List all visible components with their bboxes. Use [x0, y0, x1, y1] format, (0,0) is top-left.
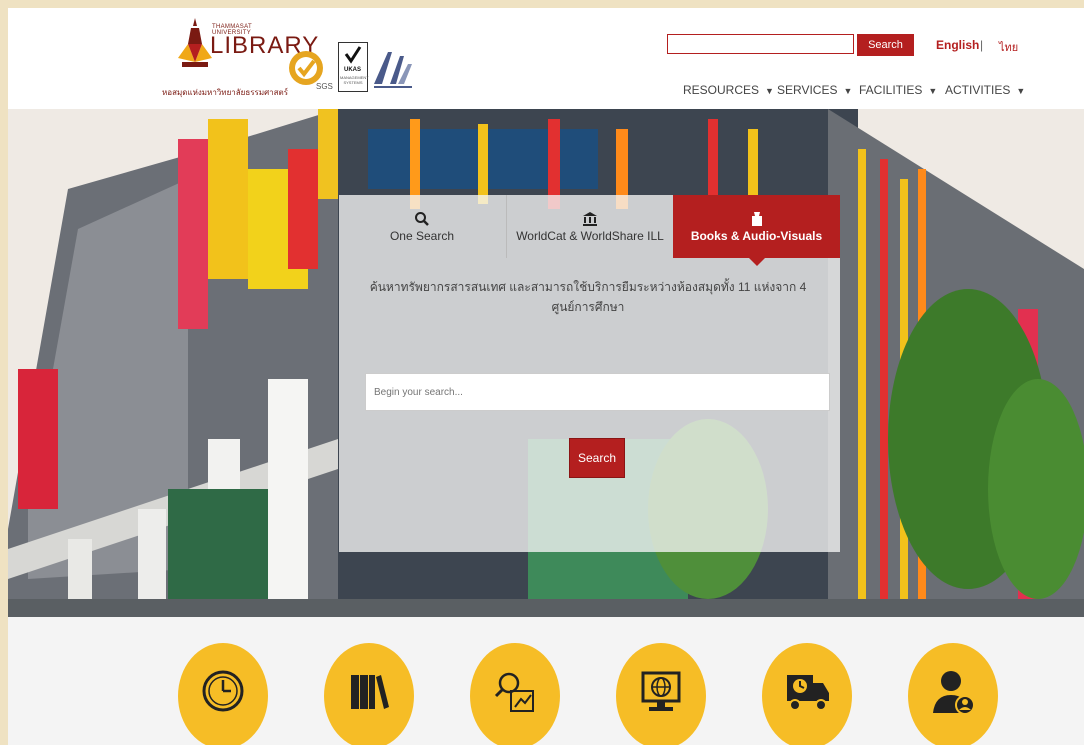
tisi-certification-badge: [370, 46, 414, 92]
catalog-search-input[interactable]: [365, 373, 830, 411]
tab-books-audio-visuals[interactable]: Books & Audio-Visuals: [673, 195, 840, 266]
chevron-down-icon: ▼: [928, 86, 938, 96]
sgs-label: SGS: [316, 82, 333, 91]
institution-icon: [507, 211, 673, 227]
chevron-down-icon: ▼: [1016, 86, 1026, 96]
user-account-icon: [933, 671, 975, 715]
ukas-certification-badge: UKAS MANAGEMENT SYSTEMS: [338, 42, 369, 92]
hero-banner: One Search WorldCat & WorldShare ILL Boo…: [8, 109, 1084, 617]
ukas-sub-label: MANAGEMENT SYSTEMS: [340, 75, 369, 85]
logo-thai-text: หอสมุดแห่งมหาวิทยาลัยธรรมศาสตร์: [162, 88, 289, 97]
chevron-down-icon: ▼: [765, 86, 774, 96]
language-thai-link[interactable]: ไทย: [999, 38, 1018, 56]
tab-worldcat[interactable]: WorldCat & WorldShare ILL: [506, 195, 673, 258]
quick-link-research[interactable]: [470, 643, 560, 745]
sgs-certification-badge: SGS: [288, 48, 333, 92]
nav-services-label: SERVICES: [777, 83, 838, 97]
search-description: ค้นหาทรัพยากรสารสนเทศ และสามารถใช้บริการ…: [369, 280, 807, 314]
language-separator: |: [980, 38, 984, 52]
catalog-search-button[interactable]: Search: [569, 438, 625, 478]
nav-activities[interactable]: ACTIVITIES ▼: [945, 83, 1025, 97]
page: THAMMASAT UNIVERSITY LIBRARY หอสมุดแห่งม…: [8, 8, 1084, 745]
clock-icon: [202, 670, 244, 712]
ukas-check-icon: [344, 46, 362, 64]
nav-resources[interactable]: RESOURCES ▼: [683, 83, 774, 97]
quick-link-my-account[interactable]: [908, 643, 998, 745]
header-search-input[interactable]: [667, 34, 854, 54]
e-resources-icon: [641, 671, 681, 711]
books-icon: [351, 675, 389, 709]
nav-services[interactable]: SERVICES ▼: [777, 83, 852, 97]
language-english-link[interactable]: English: [936, 38, 979, 52]
quick-link-delivery[interactable]: [762, 643, 852, 745]
site-header: THAMMASAT UNIVERSITY LIBRARY หอสมุดแห่งม…: [8, 8, 1084, 109]
nav-activities-label: ACTIVITIES: [945, 83, 1011, 97]
quick-links: [8, 617, 1084, 745]
nav-facilities-label: FACILITIES: [859, 83, 923, 97]
nav-resources-label: RESOURCES: [683, 83, 760, 97]
header-search-button[interactable]: Search: [857, 34, 914, 56]
tisi-mark-icon: [374, 52, 412, 88]
chevron-down-icon: ▼: [843, 86, 853, 96]
quick-link-collections[interactable]: [324, 643, 414, 745]
search-panel: One Search WorldCat & WorldShare ILL Boo…: [339, 195, 840, 552]
library-logo[interactable]: THAMMASAT UNIVERSITY LIBRARY หอสมุดแห่งม…: [160, 14, 318, 104]
quick-link-hours[interactable]: [178, 643, 268, 745]
ukas-label: UKAS: [344, 67, 362, 73]
research-icon: [494, 672, 534, 712]
quick-link-e-resources[interactable]: [616, 643, 706, 745]
tab-one-search[interactable]: One Search: [339, 195, 505, 258]
delivery-icon: [787, 675, 829, 711]
tab-worldcat-label: WorldCat & WorldShare ILL: [516, 229, 664, 243]
search-icon: [339, 211, 505, 227]
torch-icon: [178, 18, 212, 67]
tab-one-search-label: One Search: [389, 229, 455, 243]
book-icon: [673, 211, 840, 227]
tab-books-label: Books & Audio-Visuals: [690, 229, 823, 243]
nav-facilities[interactable]: FACILITIES ▼: [859, 83, 937, 97]
